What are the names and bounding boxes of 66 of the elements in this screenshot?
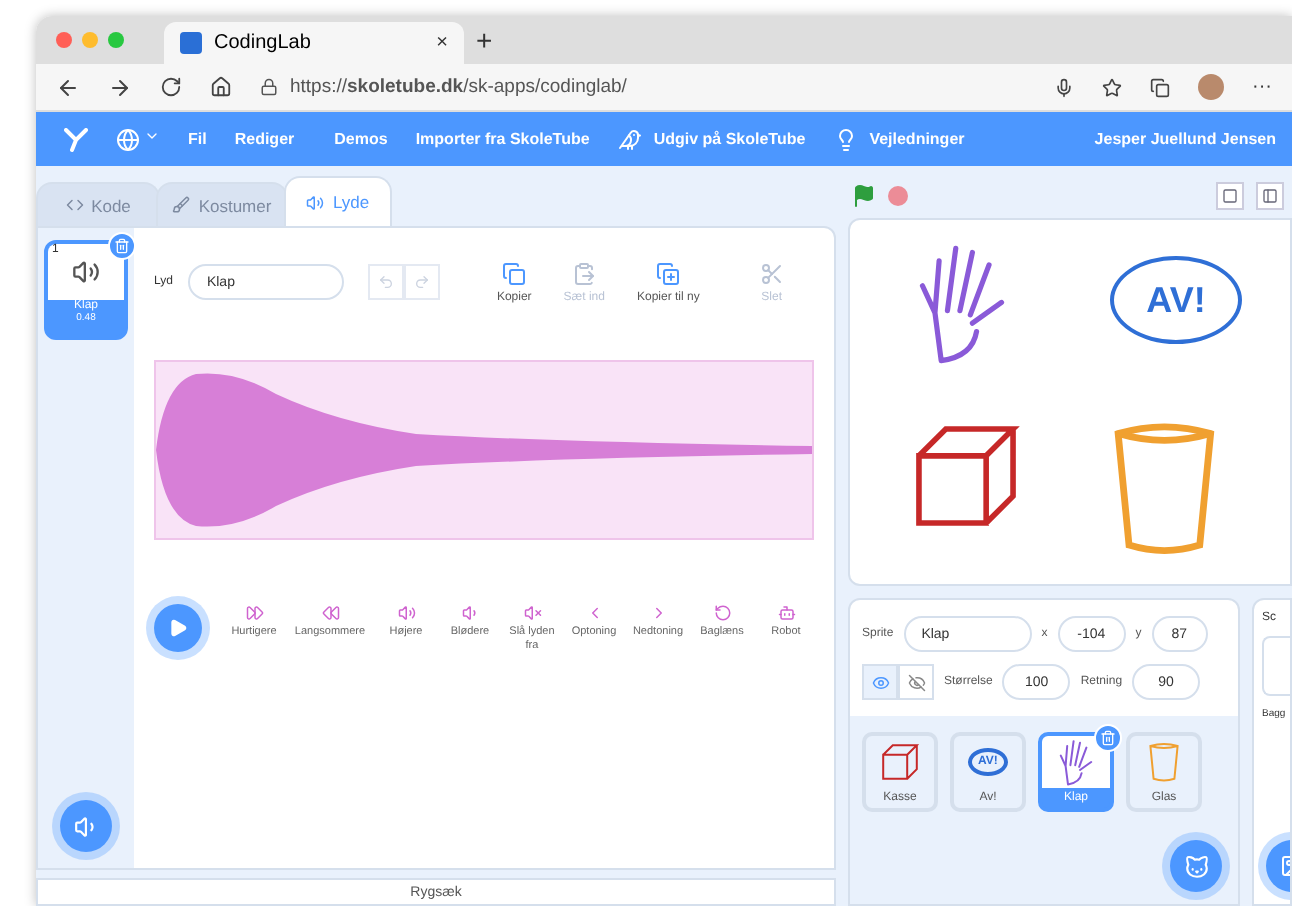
speaker-icon (72, 258, 100, 286)
favicon-icon (180, 32, 202, 54)
play-icon (168, 618, 188, 638)
collections-icon[interactable] (1150, 77, 1170, 97)
microphone-icon[interactable] (1054, 77, 1074, 97)
star-icon[interactable] (1102, 77, 1122, 97)
redo-icon (414, 274, 431, 290)
flag-icon[interactable] (852, 184, 876, 208)
copy-new-icon (656, 261, 681, 285)
globe-icon[interactable] (116, 127, 140, 151)
cube-drawing (880, 742, 920, 782)
robot-icon (777, 604, 795, 622)
undo-icon (378, 274, 395, 290)
undo-arrow-icon (713, 604, 731, 622)
cup-drawing (1148, 742, 1180, 782)
hide-button[interactable] (898, 664, 934, 700)
close-window-button[interactable] (56, 32, 72, 48)
profile-avatar[interactable] (1198, 74, 1224, 100)
delete-button[interactable] (108, 232, 136, 260)
lightbulb-icon (833, 127, 858, 151)
add-sound-button[interactable] (60, 800, 112, 852)
mute-icon (523, 604, 541, 622)
url-field[interactable]: https://skoletube.dk/sk-apps/codinglab/ (290, 76, 627, 98)
logo-icon[interactable] (64, 127, 88, 151)
copy-icon (502, 261, 527, 285)
trash-icon (114, 238, 130, 254)
code-icon (65, 196, 84, 214)
scissors-icon (759, 261, 784, 285)
browser-tab[interactable]: CodingLab × (164, 22, 464, 64)
speaker-icon (73, 813, 99, 839)
speaker-icon (461, 604, 479, 622)
cup-drawing (1110, 420, 1219, 556)
speaker-icon (397, 604, 415, 622)
stage-thumbnail[interactable] (1262, 636, 1290, 696)
small-stage-button[interactable] (1216, 182, 1244, 210)
forward-icon[interactable] (108, 75, 132, 99)
panel-icon (1262, 188, 1278, 204)
bird-icon (617, 127, 642, 151)
maximize-window-button[interactable] (108, 32, 124, 48)
lock-icon (260, 78, 278, 96)
speech-bubble: AV! (1110, 256, 1242, 344)
reload-icon[interactable] (160, 76, 182, 98)
play-button[interactable] (154, 604, 202, 652)
brush-icon (172, 196, 191, 214)
back-icon[interactable] (56, 75, 80, 99)
stop-icon[interactable] (888, 186, 908, 206)
large-stage-button[interactable] (1256, 182, 1284, 210)
add-sprite-button[interactable] (1170, 840, 1222, 892)
speaker-icon (306, 193, 325, 211)
cube-drawing (910, 420, 1022, 532)
eye-icon (871, 673, 889, 691)
square-icon (1222, 188, 1238, 204)
close-tab-button[interactable]: × (436, 32, 448, 54)
delete-button[interactable] (1094, 724, 1122, 752)
stage-canvas[interactable]: AV! (848, 218, 1292, 586)
rewind-icon (321, 604, 339, 622)
more-button[interactable]: ··· (1252, 76, 1272, 98)
home-icon[interactable] (210, 76, 232, 98)
trash-icon (1100, 730, 1116, 746)
fast-forward-icon (245, 604, 263, 622)
eye-off-icon (907, 673, 925, 691)
cat-icon (1183, 853, 1209, 879)
paste-icon (572, 261, 597, 285)
show-button[interactable] (862, 664, 898, 700)
new-tab-button[interactable]: + (476, 24, 493, 56)
hand-drawing (1056, 738, 1096, 786)
